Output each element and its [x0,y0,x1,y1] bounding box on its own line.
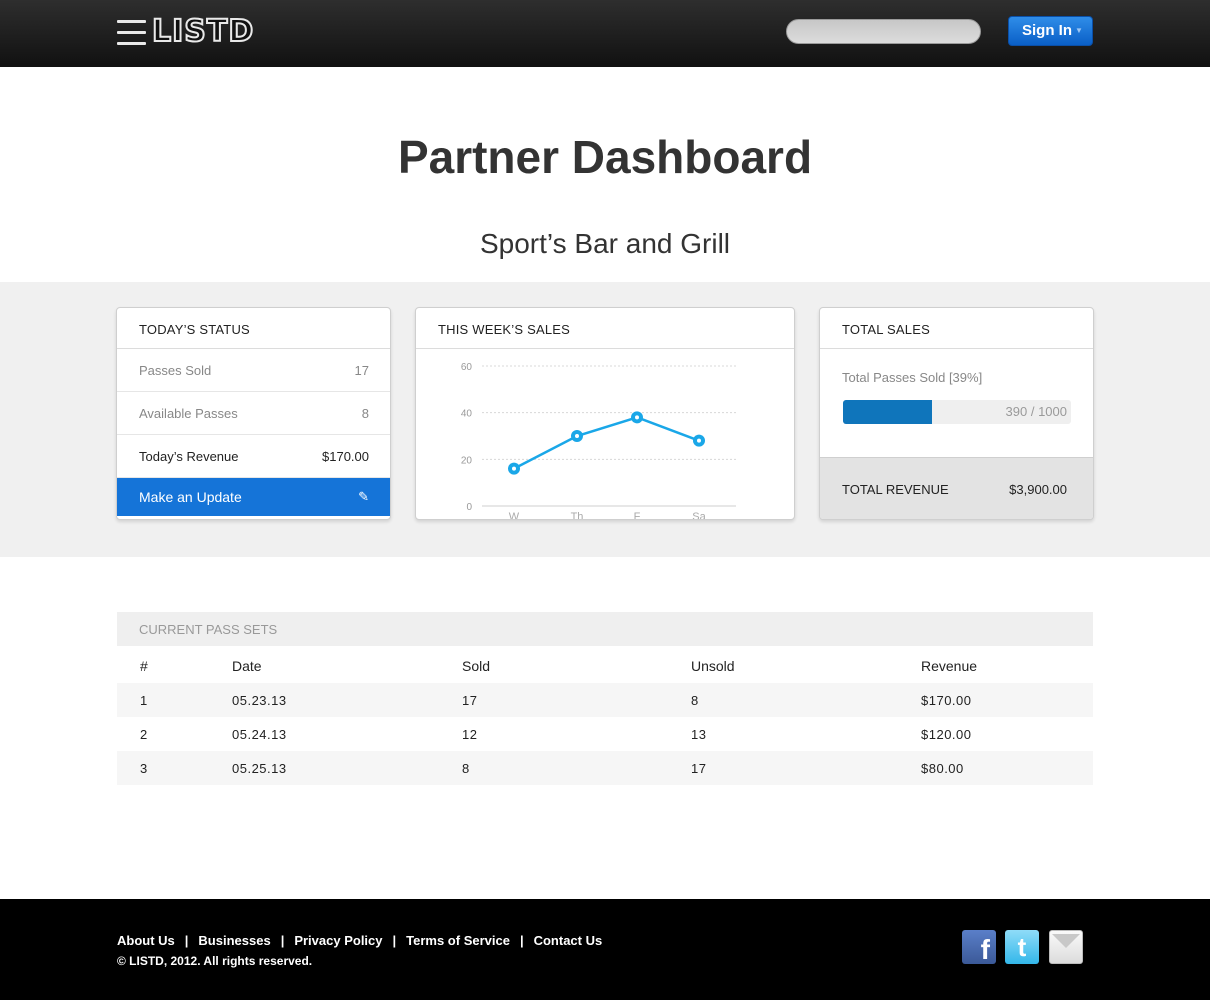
y-tick-label: 40 [461,409,473,420]
footer-link-about[interactable]: About Us [117,933,175,948]
cell-sold: 17 [462,683,691,717]
brand-name: LISTD [151,14,255,49]
footer-link-contact[interactable]: Contact Us [534,933,603,948]
cell-date: 05.24.13 [232,717,462,751]
total-passes-label: Total Passes Sold [39%] [842,370,983,385]
column-header-date: Date [232,657,262,674]
progress-text: 390 / 1000 [1005,404,1067,419]
cell-number: 1 [117,683,232,717]
footer-link-terms[interactable]: Terms of Service [406,933,510,948]
data-point-center [575,434,579,438]
footer-link-businesses[interactable]: Businesses [198,933,270,948]
data-point-center [635,415,639,420]
facebook-icon[interactable]: f [962,930,996,965]
footer-separator: | [280,933,285,948]
business-name: Sport’s Bar and Grill [479,228,731,259]
footer-separator: | [519,933,524,948]
available-passes-row: Available Passes 8 [117,392,390,435]
table-row[interactable]: 2 05.24.13 12 13 $120.00 [117,717,1093,751]
total-sales-card: TOTAL SALES Total Passes Sold [39%] 390 … [819,307,1094,520]
x-tick-label: F [634,511,641,520]
sign-in-label: Sign In [1022,22,1072,39]
footer: About Us | Businesses | Privacy Policy |… [0,899,1210,1000]
footer-link-privacy[interactable]: Privacy Policy [294,933,382,948]
y-tick-label: 0 [466,502,472,513]
todays-revenue-value: $170.00 [322,448,369,464]
edit-icon: ✎ [358,489,369,504]
total-revenue-value: $3,900.00 [1009,482,1067,497]
copyright: © LISTD, 2012. All rights reserved. [117,954,313,968]
passes-progress-bar: 390 / 1000 [843,400,1071,424]
make-update-label: Make an Update [139,489,242,505]
total-sales-heading: TOTAL SALES [820,308,1093,349]
passes-sold-label: Passes Sold [139,362,212,378]
pass-sets-heading: CURRENT PASS SETS [117,612,1093,646]
x-tick-label: Sa [692,511,706,520]
twitter-icon[interactable]: t [1005,930,1039,964]
chevron-down-icon: ▼ [1075,26,1083,36]
passes-sold-value: 17 [354,362,369,378]
data-point-center [512,466,516,471]
passes-sold-row: Passes Sold 17 [117,349,390,392]
cell-revenue: $120.00 [921,717,1093,751]
logo[interactable]: LISTD [117,14,255,49]
footer-links: About Us | Businesses | Privacy Policy |… [117,933,602,948]
sales-line [513,416,700,470]
cell-revenue: $80.00 [921,751,1093,785]
cell-sold: 12 [462,717,691,751]
cell-number: 3 [117,751,232,785]
data-point-center [697,438,701,443]
cell-unsold: 8 [691,683,921,717]
y-tick-label: 60 [461,362,473,373]
todays-revenue-label: Today’s Revenue [139,448,239,464]
cell-revenue: $170.00 [921,683,1093,717]
cell-unsold: 17 [691,751,921,785]
column-header-unsold: Unsold [691,657,735,674]
table-header-row: # Date Sold Unsold Revenue [117,648,1093,683]
total-revenue-label: TOTAL REVENUE [842,482,949,497]
column-header-sold: Sold [462,657,491,674]
column-header-number: # [140,657,148,674]
table-row[interactable]: 3 05.25.13 8 17 $80.00 [117,751,1093,785]
today-status-heading: TODAY’S STATUS [117,308,390,349]
cell-sold: 8 [462,751,691,785]
weekly-sales-card: THIS WEEK’S SALES 0 20 40 60 W Th F Sa [415,307,795,520]
make-update-button[interactable]: Make an Update ✎ [117,478,390,516]
x-tick-label: Th [571,511,584,520]
pass-sets-table: # Date Sold Unsold Revenue 1 05.23.13 17… [117,648,1093,785]
total-revenue-box: TOTAL REVENUE $3,900.00 [820,457,1093,519]
top-bar: LISTD Sign In ▼ [0,0,1210,67]
progress-fill [843,400,932,424]
x-tick-label: W [509,511,520,520]
available-passes-label: Available Passes [139,405,238,421]
menu-icon [117,19,146,46]
cell-date: 05.25.13 [232,751,462,785]
footer-separator: | [184,933,189,948]
available-passes-value: 8 [361,405,369,421]
weekly-sales-chart: 0 20 40 60 W Th F Sa [461,362,736,520]
cell-unsold: 13 [691,717,921,751]
today-status-card: TODAY’S STATUS Passes Sold 17 Available … [116,307,391,520]
weekly-sales-heading: THIS WEEK’S SALES [416,308,794,349]
cell-date: 05.23.13 [232,683,462,717]
column-header-revenue: Revenue [921,657,978,674]
search-input[interactable] [786,19,981,44]
y-tick-label: 20 [461,455,473,466]
mail-icon[interactable] [1049,930,1083,964]
todays-revenue-row: Today’s Revenue $170.00 [117,435,390,478]
page-title: Partner Dashboard [397,131,813,183]
footer-separator: | [392,933,397,948]
cell-number: 2 [117,717,232,751]
table-row[interactable]: 1 05.23.13 17 8 $170.00 [117,683,1093,717]
sign-in-button[interactable]: Sign In ▼ [1008,16,1093,46]
